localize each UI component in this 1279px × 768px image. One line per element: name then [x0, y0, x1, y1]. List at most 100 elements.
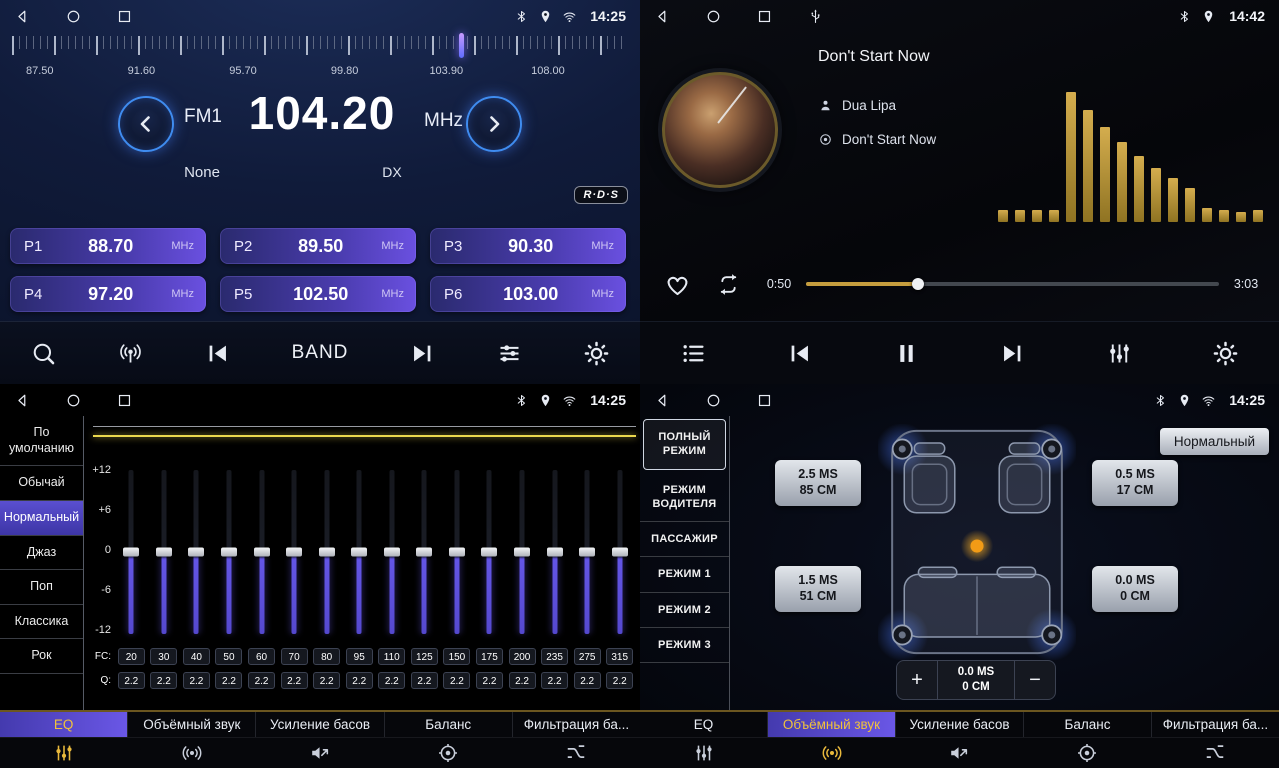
tune-down-button[interactable] [118, 96, 174, 152]
eq-q-value[interactable]: 2.2 [281, 672, 308, 689]
delay-rear-left-button[interactable]: 1.5 MS 51 CM [775, 566, 861, 612]
eq-fc-value[interactable]: 70 [281, 648, 308, 665]
eq-slider-handle[interactable] [481, 548, 497, 557]
profile-button[interactable]: Нормальный [1160, 428, 1269, 455]
equalizer-icon[interactable] [496, 340, 523, 367]
decrease-delay-button[interactable]: − [1014, 661, 1055, 699]
stage-mode-item[interactable]: РЕЖИМ 2 [640, 593, 729, 628]
eq-band-slider[interactable] [245, 468, 278, 636]
eq-band-slider[interactable] [408, 468, 441, 636]
next-icon[interactable] [999, 340, 1026, 367]
eq-icon[interactable] [640, 738, 768, 768]
eq-band-slider[interactable] [603, 468, 636, 636]
favorite-icon[interactable] [664, 271, 691, 298]
preset-p3-button[interactable]: P390.30MHz [430, 228, 626, 264]
eq-band-slider[interactable] [376, 468, 409, 636]
tab-bass[interactable]: Усиление басов [896, 712, 1024, 737]
eq-fc-value[interactable]: 20 [118, 648, 145, 665]
balance-icon[interactable] [1023, 738, 1151, 768]
eq-slider-handle[interactable] [514, 548, 530, 557]
tab-surround[interactable]: Объёмный звук [128, 712, 256, 737]
eq-q-value[interactable]: 2.2 [313, 672, 340, 689]
surround-icon[interactable] [128, 738, 256, 768]
recents-icon[interactable] [116, 8, 133, 25]
delay-rear-right-button[interactable]: 0.0 MS 0 CM [1092, 566, 1178, 612]
eq-band-slider[interactable] [343, 468, 376, 636]
band-button[interactable]: BAND [292, 342, 349, 364]
scan-icon[interactable] [30, 340, 57, 367]
previous-icon[interactable] [204, 340, 231, 367]
home-icon[interactable] [705, 392, 722, 409]
bass-icon[interactable] [256, 738, 384, 768]
eq-slider-handle[interactable] [579, 548, 595, 557]
increase-delay-button[interactable]: + [897, 661, 938, 699]
eq-slider-handle[interactable] [156, 548, 172, 557]
eq-preset-item[interactable]: Рок [0, 639, 83, 674]
eq-preset-item[interactable]: Поп [0, 570, 83, 605]
broadcast-icon[interactable] [117, 340, 144, 367]
pause-icon[interactable] [893, 340, 920, 367]
eq-q-value[interactable]: 2.2 [443, 672, 470, 689]
tune-up-button[interactable] [466, 96, 522, 152]
eq-band-slider[interactable] [571, 468, 604, 636]
eq-fc-value[interactable]: 80 [313, 648, 340, 665]
eq-fc-value[interactable]: 50 [215, 648, 242, 665]
eq-band-slider[interactable] [115, 468, 148, 636]
eq-band-slider[interactable] [473, 468, 506, 636]
eq-fc-value[interactable]: 125 [411, 648, 438, 665]
eq-preset-item[interactable]: Обычай [0, 466, 83, 501]
back-icon[interactable] [654, 392, 671, 409]
eq-slider-handle[interactable] [547, 548, 563, 557]
tab-eq[interactable]: EQ [0, 712, 128, 737]
stage-mode-item[interactable]: РЕЖИМ ВОДИТЕЛЯ [640, 473, 729, 523]
recents-icon[interactable] [756, 392, 773, 409]
progress-knob[interactable] [912, 278, 924, 290]
back-icon[interactable] [654, 8, 671, 25]
bass-icon[interactable] [896, 738, 1024, 768]
eq-fc-value[interactable]: 275 [574, 648, 601, 665]
eq-q-value[interactable]: 2.2 [476, 672, 503, 689]
recents-icon[interactable] [116, 392, 133, 409]
eq-band-slider[interactable] [310, 468, 343, 636]
eq-slider-handle[interactable] [351, 548, 367, 557]
filter-icon[interactable] [512, 738, 640, 768]
eq-q-value[interactable]: 2.2 [541, 672, 568, 689]
eq-fc-value[interactable]: 200 [509, 648, 536, 665]
back-icon[interactable] [14, 392, 31, 409]
preset-p4-button[interactable]: P497.20MHz [10, 276, 206, 312]
home-icon[interactable] [65, 392, 82, 409]
stage-mode-item[interactable]: ПОЛНЫЙ РЕЖИМ [643, 419, 726, 470]
eq-q-value[interactable]: 2.2 [411, 672, 438, 689]
eq-fc-value[interactable]: 110 [378, 648, 405, 665]
eq-fc-value[interactable]: 60 [248, 648, 275, 665]
frequency-scale[interactable]: 87.5091.6095.7099.80103.90108.00 [12, 36, 628, 84]
tab-eq[interactable]: EQ [640, 712, 768, 737]
eq-q-value[interactable]: 2.2 [150, 672, 177, 689]
preset-p6-button[interactable]: P6103.00MHz [430, 276, 626, 312]
eq-band-slider[interactable] [441, 468, 474, 636]
eq-fc-value[interactable]: 30 [150, 648, 177, 665]
eq-preset-item[interactable]: Нормальный [0, 501, 83, 536]
settings-icon[interactable] [583, 340, 610, 367]
balance-icon[interactable] [384, 738, 512, 768]
repeat-icon[interactable] [715, 271, 742, 298]
delay-front-right-button[interactable]: 0.5 MS 17 CM [1092, 460, 1178, 506]
recents-icon[interactable] [756, 8, 773, 25]
eq-q-value[interactable]: 2.2 [509, 672, 536, 689]
eq-q-value[interactable]: 2.2 [574, 672, 601, 689]
equalizer-icon[interactable] [1106, 340, 1133, 367]
eq-q-value[interactable]: 2.2 [215, 672, 242, 689]
tab-bass[interactable]: Усиление басов [256, 712, 384, 737]
eq-slider-handle[interactable] [319, 548, 335, 557]
eq-preset-item[interactable]: Классика [0, 605, 83, 640]
eq-q-value[interactable]: 2.2 [606, 672, 633, 689]
eq-q-value[interactable]: 2.2 [378, 672, 405, 689]
eq-band-slider[interactable] [213, 468, 246, 636]
eq-fc-value[interactable]: 315 [606, 648, 633, 665]
tab-filter[interactable]: Фильтрация ба... [1152, 712, 1279, 737]
eq-fc-value[interactable]: 95 [346, 648, 373, 665]
preset-p2-button[interactable]: P289.50MHz [220, 228, 416, 264]
eq-band-slider[interactable] [180, 468, 213, 636]
eq-slider-handle[interactable] [254, 548, 270, 557]
eq-fc-value[interactable]: 235 [541, 648, 568, 665]
